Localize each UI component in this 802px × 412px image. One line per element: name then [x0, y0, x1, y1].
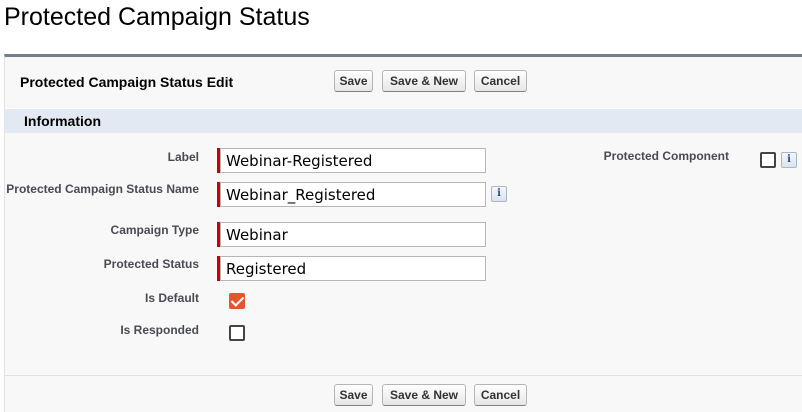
is-responded-label: Is Responded: [120, 323, 199, 337]
edit-panel: Protected Campaign Status Edit Save Save…: [4, 54, 802, 412]
save-button-bottom[interactable]: Save: [334, 384, 373, 406]
is-default-label: Is Default: [144, 291, 199, 305]
protected-status-label: Protected Status: [103, 257, 199, 271]
campaign-type-input[interactable]: [220, 222, 486, 247]
campaign-type-label: Campaign Type: [110, 223, 199, 237]
edit-panel-title: Protected Campaign Status Edit: [20, 74, 234, 90]
protected-component-label: Protected Component: [603, 149, 729, 163]
status-name-input[interactable]: [220, 182, 486, 207]
cancel-button-top[interactable]: Cancel: [474, 70, 527, 92]
protected-status-input[interactable]: [220, 256, 486, 281]
section-title: Information: [24, 113, 101, 129]
name-field-label: Protected Campaign Status Name: [6, 182, 199, 196]
is-responded-checkbox[interactable]: [229, 325, 245, 341]
save-new-button-bottom[interactable]: Save & New: [382, 384, 466, 406]
label-input[interactable]: [220, 148, 486, 173]
info-icon[interactable]: i: [781, 152, 797, 168]
is-default-checkbox[interactable]: [229, 293, 245, 309]
cancel-button-bottom[interactable]: Cancel: [474, 384, 527, 406]
save-new-button-top[interactable]: Save & New: [382, 70, 466, 92]
protected-component-checkbox[interactable]: [760, 152, 776, 168]
section-header-information: Information: [5, 108, 802, 133]
save-button-top[interactable]: Save: [334, 70, 373, 92]
page-title: Protected Campaign Status: [4, 3, 310, 31]
label-field-label: Label: [167, 150, 199, 164]
info-icon[interactable]: i: [491, 186, 507, 202]
footer-divider: [5, 375, 802, 376]
